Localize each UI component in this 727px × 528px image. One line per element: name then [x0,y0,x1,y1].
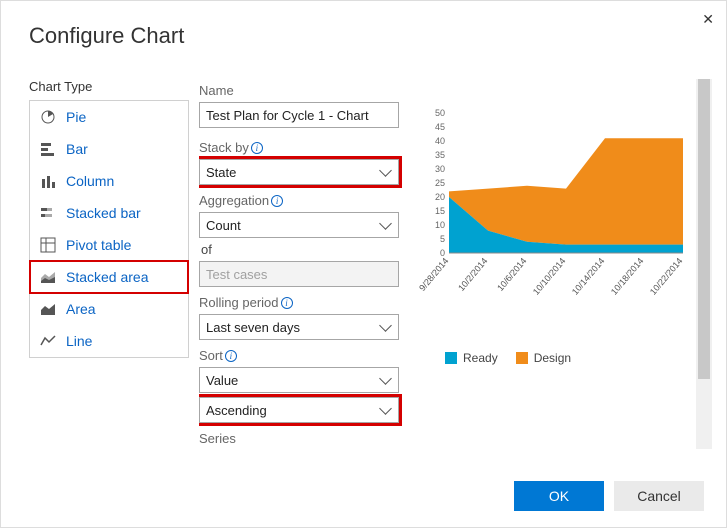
info-icon[interactable]: i [251,142,263,154]
chart-type-stacked-bar-label: Stacked bar [66,205,141,221]
pivot-table-icon [40,237,56,253]
stack-by-label: Stack byi [199,140,419,155]
chart-type-stacked-area[interactable]: Stacked area [30,261,188,293]
stacked-area-icon [40,269,56,285]
svg-text:5: 5 [440,234,445,244]
svg-text:25: 25 [435,178,445,188]
name-input[interactable] [199,102,399,128]
dialog-title: Configure Chart [29,23,726,49]
chart-type-area-label: Area [66,301,96,317]
of-select: Test cases [199,261,399,287]
chart-type-stacked-bar[interactable]: Stacked bar [30,197,188,229]
chart-type-area[interactable]: Area [30,293,188,325]
stacked-bar-icon [40,205,56,221]
chart-type-column-label: Column [66,173,114,189]
legend-swatch-ready [445,352,457,364]
legend-swatch-design [516,352,528,364]
series-label: Series [199,431,419,446]
info-icon[interactable]: i [281,297,293,309]
chart-type-list: Pie Bar Column Stacked bar Pivot table S… [29,100,189,358]
chart-type-pie-label: Pie [66,109,86,125]
line-icon [40,333,56,349]
chart-type-pivot-table-label: Pivot table [66,237,131,253]
info-icon[interactable]: i [271,195,283,207]
chart-preview: 051015202530354045509/28/201410/2/201410… [425,109,690,309]
close-icon[interactable]: ✕ [702,11,714,28]
sort-label: Sorti [199,348,419,363]
chart-type-line[interactable]: Line [30,325,188,357]
chart-type-pivot-table[interactable]: Pivot table [30,229,188,261]
chart-type-label: Chart Type [29,79,189,94]
svg-text:45: 45 [435,122,445,132]
svg-text:10/10/2014: 10/10/2014 [531,256,568,297]
aggregation-label: Aggregationi [199,193,419,208]
of-label: of [201,242,419,257]
sort-field-select[interactable]: Value [199,367,399,393]
scrollbar[interactable] [696,79,712,449]
svg-text:10: 10 [435,220,445,230]
scrollbar-thumb[interactable] [698,79,710,379]
rolling-period-select[interactable]: Last seven days [199,314,399,340]
svg-text:35: 35 [435,150,445,160]
svg-text:10/2/2014: 10/2/2014 [456,256,489,293]
cancel-button[interactable]: Cancel [614,481,704,511]
sort-direction-select[interactable]: Ascending [199,397,399,423]
legend-label-design: Design [534,351,571,365]
aggregation-select[interactable]: Count [199,212,399,238]
chart-legend: Ready Design [445,351,571,365]
pie-icon [40,109,56,125]
chart-type-stacked-area-label: Stacked area [66,269,149,285]
svg-text:10/6/2014: 10/6/2014 [495,256,528,293]
bar-icon [40,141,56,157]
svg-text:20: 20 [435,192,445,202]
stack-by-select[interactable]: State [199,159,399,185]
area-icon [40,301,56,317]
column-icon [40,173,56,189]
rolling-period-label: Rolling periodi [199,295,419,310]
svg-text:50: 50 [435,108,445,118]
svg-text:10/22/2014: 10/22/2014 [648,256,685,297]
chart-type-bar[interactable]: Bar [30,133,188,165]
chart-type-column[interactable]: Column [30,165,188,197]
svg-text:10/18/2014: 10/18/2014 [609,256,646,297]
svg-text:30: 30 [435,164,445,174]
chart-type-pie[interactable]: Pie [30,101,188,133]
info-icon[interactable]: i [225,350,237,362]
chart-type-bar-label: Bar [66,141,88,157]
ok-button[interactable]: OK [514,481,604,511]
svg-text:15: 15 [435,206,445,216]
svg-text:40: 40 [435,136,445,146]
chart-type-line-label: Line [66,333,92,349]
svg-text:9/28/2014: 9/28/2014 [417,256,450,293]
legend-label-ready: Ready [463,351,498,365]
svg-text:10/14/2014: 10/14/2014 [570,256,607,297]
name-label: Name [199,83,419,98]
